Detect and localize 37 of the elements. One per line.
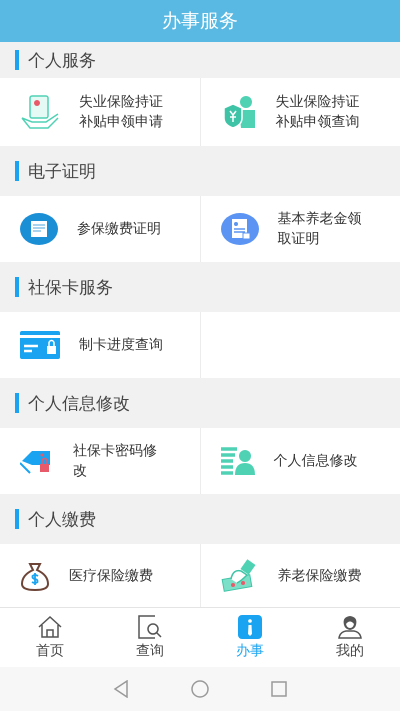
section-title: 电子证明	[28, 160, 96, 182]
card-lock-icon	[20, 331, 60, 359]
service-item[interactable]: 失业保险持证补贴申领申请	[0, 78, 200, 146]
nav-tab[interactable]: 首页	[0, 608, 100, 667]
service-item[interactable]: 基本养老金领取证明	[200, 196, 400, 262]
id-document-icon	[220, 212, 258, 246]
service-item[interactable]: 社保卡密码修改	[0, 428, 200, 494]
section-title: 社保卡服务	[28, 276, 113, 298]
nav-tab[interactable]: 查询	[100, 608, 200, 667]
section-title: 个人服务	[28, 50, 96, 72]
recents-icon[interactable]	[271, 681, 287, 697]
user-icon	[337, 615, 363, 639]
section-marker	[15, 393, 19, 413]
section-marker	[15, 277, 19, 297]
page-title: 办事服务	[162, 9, 238, 34]
service-item[interactable]: 养老保险缴费	[200, 544, 400, 607]
section-title: 个人信息修改	[28, 392, 130, 414]
section-marker	[15, 50, 19, 70]
hand-cash-icon	[220, 559, 258, 593]
section-marker	[15, 161, 19, 181]
document-icon	[20, 212, 58, 246]
service-item[interactable]: 参保缴费证明	[0, 196, 200, 262]
section-marker	[15, 509, 19, 529]
home-circle-icon[interactable]	[191, 680, 209, 698]
section-title: 个人缴费	[28, 508, 96, 530]
hand-certificate-icon	[20, 94, 60, 130]
money-bag-icon	[20, 561, 50, 591]
nav-tab[interactable]: 我的	[300, 608, 400, 667]
list-person-icon	[220, 447, 254, 475]
info-icon	[238, 615, 262, 639]
service-item[interactable]: 制卡进度查询	[0, 312, 200, 378]
service-item[interactable]: 失业保险持证补贴申领查询	[200, 78, 400, 146]
service-item[interactable]: 个人信息修改	[200, 428, 400, 494]
back-icon[interactable]	[113, 680, 129, 698]
home-icon	[37, 615, 63, 639]
service-item[interactable]: 医疗保险缴费	[0, 544, 200, 607]
search-icon	[137, 615, 163, 639]
